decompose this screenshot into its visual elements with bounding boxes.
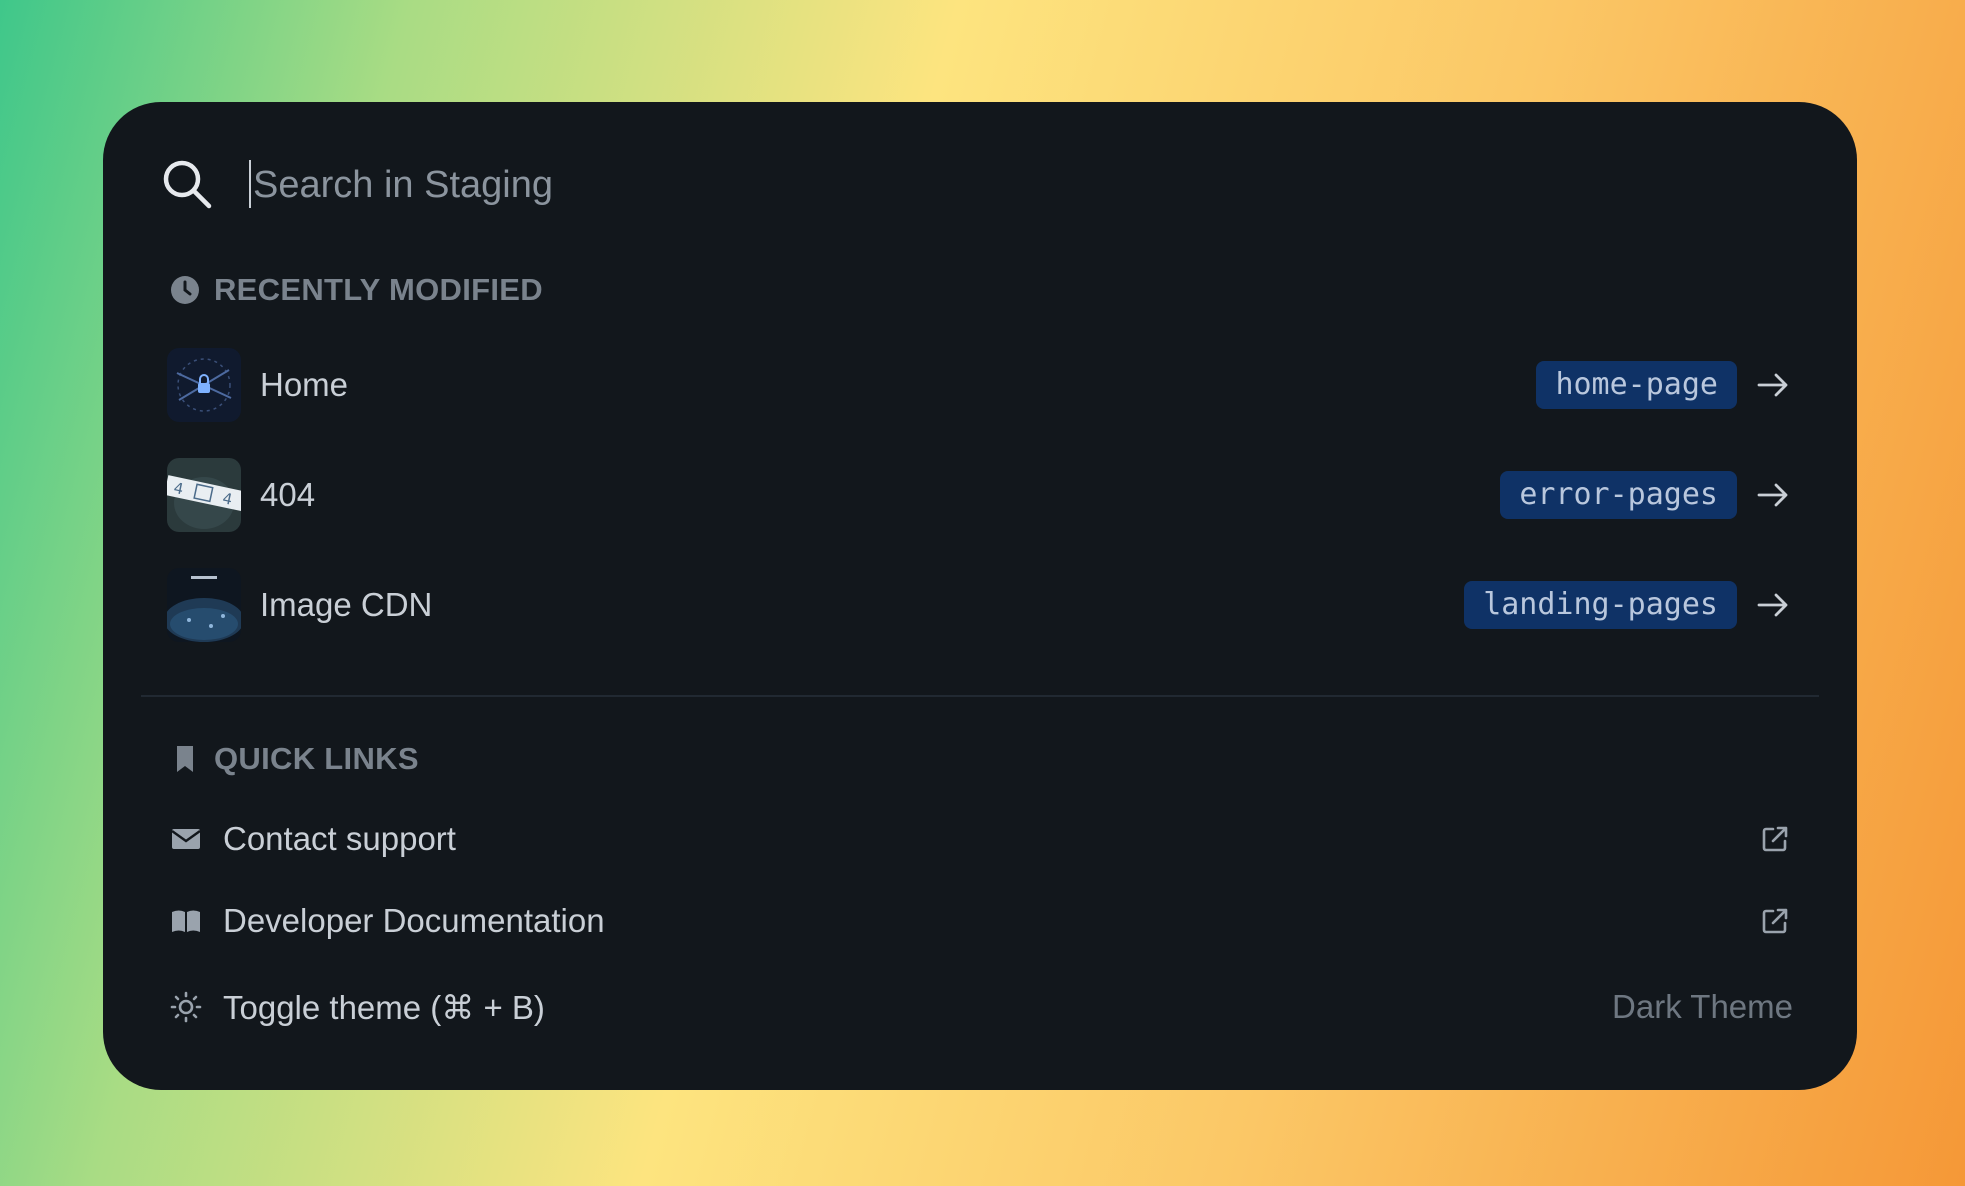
404-thumbnail: 4 4 bbox=[167, 458, 241, 532]
command-palette: RECENTLY MODIFIED Home home-page bbox=[103, 102, 1857, 1090]
toggle-theme-label: Toggle theme (⌘ + B) bbox=[223, 988, 545, 1026]
clock-icon bbox=[171, 276, 199, 304]
recent-item-label: Image CDN bbox=[260, 586, 433, 623]
text-caret bbox=[249, 160, 251, 208]
image-cdn-thumbnail bbox=[167, 568, 241, 642]
tag-badge: landing-pages bbox=[1464, 581, 1737, 629]
search-input[interactable] bbox=[249, 152, 1653, 218]
current-theme-value: Dark Theme bbox=[1612, 988, 1793, 1025]
section-divider bbox=[141, 695, 1819, 697]
home-thumbnail bbox=[167, 348, 241, 422]
quick-link-contact-support[interactable]: Contact support bbox=[170, 811, 1793, 867]
quick-link-label: Contact support bbox=[223, 820, 456, 857]
recent-item-image-cdn[interactable]: Image CDN landing-pages bbox=[167, 567, 1793, 643]
section-title: RECENTLY MODIFIED bbox=[214, 272, 543, 307]
quick-links-header: QUICK LINKS bbox=[170, 739, 419, 779]
toggle-theme-item[interactable]: Toggle theme (⌘ + B) Dark Theme bbox=[170, 979, 1793, 1035]
section-title: QUICK LINKS bbox=[214, 741, 419, 776]
book-icon bbox=[172, 910, 200, 932]
bookmark-icon bbox=[177, 746, 193, 772]
recent-item-label: Home bbox=[260, 366, 349, 403]
external-link-icon[interactable] bbox=[1760, 824, 1790, 854]
recently-modified-header: RECENTLY MODIFIED bbox=[170, 270, 543, 310]
quick-link-developer-documentation[interactable]: Developer Documentation bbox=[170, 893, 1793, 949]
tag-badge: error-pages bbox=[1500, 471, 1737, 519]
external-link-icon[interactable] bbox=[1760, 906, 1790, 936]
search-bar bbox=[103, 102, 1857, 267]
arrow-right-icon[interactable] bbox=[1755, 367, 1791, 403]
recent-item-home[interactable]: Home home-page bbox=[167, 347, 1793, 423]
tag-badge: home-page bbox=[1536, 361, 1737, 409]
envelope-icon bbox=[171, 829, 201, 849]
recent-item-label: 404 bbox=[260, 476, 316, 513]
search-icon bbox=[163, 160, 212, 209]
sun-icon bbox=[170, 991, 202, 1023]
recent-item-404[interactable]: 4 4 404 error-pages bbox=[167, 457, 1793, 533]
arrow-right-icon[interactable] bbox=[1755, 477, 1791, 513]
arrow-right-icon[interactable] bbox=[1755, 587, 1791, 623]
quick-link-label: Developer Documentation bbox=[223, 902, 605, 939]
